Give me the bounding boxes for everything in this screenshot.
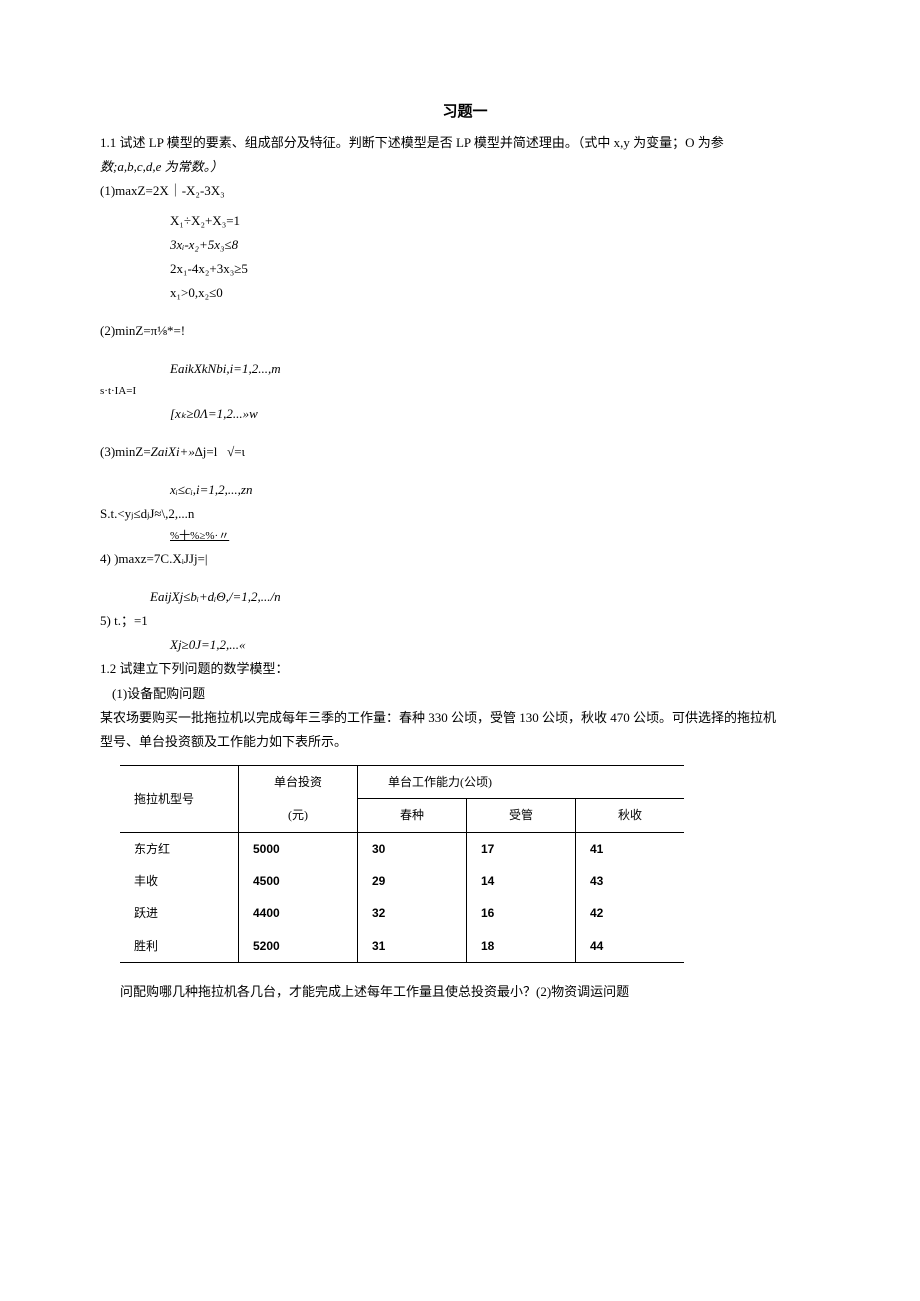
eq5-head: 5) t.；=1 [100,610,830,632]
page-title: 习题一 [100,100,830,126]
eq3-line1: xᵢ≤cᵢ,i=1,2,...,zn [170,479,830,501]
section-1-2: 1.2 试建立下列问题的数学模型： [100,658,830,680]
eq1-head: (1)maxZ=2X｜-X₂-3X₃ [100,180,830,202]
tractor-table: 拖拉机型号 单台投资 单台工作能力(公顷) (元) 春种 受管 秋收 东方红 5… [120,765,684,963]
eq4-head: 4) )maxz=7C.XᵢJJj=| [100,548,830,570]
eq2-line1: EaikXkNbi,i=1,2...,m [170,358,830,380]
eq3-line2: %十%≥%·〃 [170,527,830,546]
col-manage: 受管 [467,799,576,832]
eq1-line1: X₁÷X₂+X₃=1 [170,210,830,232]
eq2-line2: [xₖ≥0Λ=1,2...»w [170,403,830,425]
eq1-line4: x₁>0,x₂≤0 [170,282,830,304]
col-ability: 单台工作能力(公顷) [358,765,685,798]
intro-line-1: 1.1 试述 LP 模型的要素、组成部分及特征。判断下述模型是否 LP 模型并简… [100,132,830,154]
table-row: 胜利 5200 31 18 44 [120,930,684,963]
problem-desc-2: 型号、单台投资额及工作能力如下表所示。 [100,731,830,753]
table-row: 跃进 4400 32 16 42 [120,897,684,929]
eq2-st: s·t·IA=I [100,382,830,401]
intro-line-2: 数;a,b,c,d,e 为常数。） [100,156,830,178]
eq3-head: (3)minZ=(3)minZ=ZaiXi+»∆j=l √=ιZaiXi+»∆j… [100,441,830,463]
col-autumn: 秋收 [576,799,685,832]
table-row: 丰收 4500 29 14 43 [120,865,684,897]
eq1-line2: 3xᵢ-x₂+5x₃≤8 [170,234,830,256]
col-invest: 单台投资 [239,765,358,798]
eq5-line1: Xj≥0J=1,2,...« [170,634,830,656]
closing-question: 问配购哪几种拖拉机各几台，才能完成上述每年工作量且使总投资最小？(2)物资调运问… [120,981,830,1003]
table-row: 东方红 5000 30 17 41 [120,832,684,865]
eq2-head: (2)minZ=π⅛*=! [100,320,830,342]
eq4-line1: EaijXj≤bᵢ+dᵢΘ,/=1,2,.../n [150,586,830,608]
problem-desc-1: 某农场要购买一批拖拉机以完成每年三季的工作量：春种 330 公顷，受管 130 … [100,707,830,729]
col-model: 拖拉机型号 [120,765,239,832]
eq1-line3: 2x₁-4x₂+3x₃≥5 [170,258,830,280]
col-spring: 春种 [358,799,467,832]
col-invest-unit: (元) [239,799,358,832]
eq3-st: S.t.<yⱼ≤dⱼJ≈\,2,...n [100,503,830,525]
subproblem-1: (1)设备配购问题 [112,683,830,705]
